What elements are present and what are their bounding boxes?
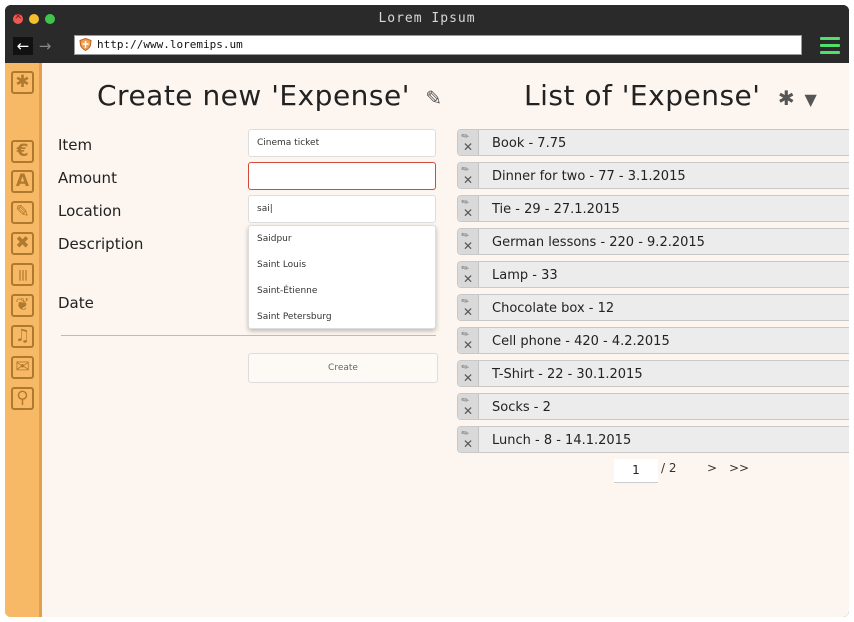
suggestion-item[interactable]: Saidpur bbox=[257, 234, 292, 244]
url-text: http://www.loremips.um bbox=[97, 38, 243, 51]
next-page-button[interactable]: > bbox=[707, 461, 717, 475]
list-title-text: List of 'Expense' bbox=[524, 79, 761, 112]
delete-icon[interactable]: ✕ bbox=[463, 174, 473, 186]
delete-icon[interactable]: ✕ bbox=[463, 405, 473, 417]
list-item-label: T-Shirt - 22 - 30.1.2015 bbox=[492, 367, 643, 382]
item-controls: ✎ ✕ bbox=[458, 295, 479, 320]
item-controls: ✎ ✕ bbox=[458, 229, 479, 254]
delete-icon[interactable]: ✕ bbox=[463, 372, 473, 384]
music-icon[interactable]: ♫ bbox=[11, 325, 34, 348]
create-form-title: Create new 'Expense' ✎ bbox=[97, 79, 443, 112]
list-item[interactable]: ✎ ✕ German lessons - 220 - 9.2.2015 bbox=[457, 228, 849, 255]
list-item[interactable]: ✎ ✕ Dinner for two - 77 - 3.1.2015 bbox=[457, 162, 849, 189]
item-controls: ✎ ✕ bbox=[458, 427, 479, 452]
list-item-label: Dinner for two - 77 - 3.1.2015 bbox=[492, 169, 686, 184]
create-form-title-text: Create new 'Expense' bbox=[97, 79, 410, 112]
list-item-label: Cell phone - 420 - 4.2.2015 bbox=[492, 334, 670, 349]
list-item-label: Tie - 29 - 27.1.2015 bbox=[492, 202, 620, 217]
page-total: / 2 bbox=[661, 461, 677, 475]
item-controls: ✎ ✕ bbox=[458, 328, 479, 353]
settings-icon[interactable]: ✱ bbox=[778, 86, 795, 110]
location-label: Location bbox=[58, 202, 122, 220]
create-button[interactable]: Create bbox=[248, 353, 438, 383]
list-item[interactable]: ✎ ✕ Tie - 29 - 27.1.2015 bbox=[457, 195, 849, 222]
mail-icon[interactable]: ✉ bbox=[11, 356, 34, 379]
road-icon[interactable]: A bbox=[11, 170, 34, 193]
list-item[interactable]: ✎ ✕ Socks - 2 bbox=[457, 393, 849, 420]
delete-icon[interactable]: ✕ bbox=[463, 339, 473, 351]
leaf-icon[interactable]: ❦ bbox=[11, 294, 34, 317]
item-controls: ✎ ✕ bbox=[458, 130, 479, 155]
address-bar[interactable]: http://www.loremips.um bbox=[74, 35, 802, 55]
filter-icon[interactable]: ▼ bbox=[805, 90, 818, 109]
browser-window: Lorem Ipsum ← → http://www.loremips.um ✱… bbox=[5, 5, 849, 617]
list-item[interactable]: ✎ ✕ Lunch - 8 - 14.1.2015 bbox=[457, 426, 849, 453]
list-item-label: Book - 7.75 bbox=[492, 136, 567, 151]
shield-icon bbox=[79, 38, 92, 51]
list-item[interactable]: ✎ ✕ Cell phone - 420 - 4.2.2015 bbox=[457, 327, 849, 354]
list-item-label: Lunch - 8 - 14.1.2015 bbox=[492, 433, 632, 448]
pencil-icon[interactable]: ✎ bbox=[11, 201, 34, 224]
asterisk-icon[interactable]: ✱ bbox=[11, 71, 34, 94]
page-number-input[interactable]: 1 bbox=[614, 459, 658, 483]
suggestion-item[interactable]: Saint-Étienne bbox=[257, 286, 317, 296]
delete-icon[interactable]: ✕ bbox=[463, 306, 473, 318]
euro-icon[interactable]: € bbox=[11, 140, 34, 163]
item-input[interactable]: Cinema ticket bbox=[248, 129, 436, 157]
form-divider bbox=[61, 335, 436, 336]
item-controls: ✎ ✕ bbox=[458, 262, 479, 287]
description-label: Description bbox=[58, 235, 144, 253]
list-item-label: Chocolate box - 12 bbox=[492, 301, 615, 316]
list-title: List of 'Expense' ✱ ▼ bbox=[524, 79, 817, 112]
list-item-label: Socks - 2 bbox=[492, 400, 551, 415]
list-item[interactable]: ✎ ✕ Lamp - 33 bbox=[457, 261, 849, 288]
list-item-label: Lamp - 33 bbox=[492, 268, 558, 283]
barcode-icon[interactable]: ||| bbox=[11, 263, 34, 286]
date-label: Date bbox=[58, 294, 94, 312]
close-icon[interactable]: ✖ bbox=[11, 232, 34, 255]
suggestion-item[interactable]: Saint Petersburg bbox=[257, 312, 332, 322]
item-controls: ✎ ✕ bbox=[458, 361, 479, 386]
item-label: Item bbox=[58, 136, 93, 154]
sidebar: ✱ € A ✎ ✖ ||| ❦ ♫ ✉ ⚲ bbox=[5, 63, 42, 617]
delete-icon[interactable]: ✕ bbox=[463, 273, 473, 285]
suggestion-item[interactable]: Saint Louis bbox=[257, 260, 306, 270]
window-title: Lorem Ipsum bbox=[378, 11, 476, 26]
list-item[interactable]: ✎ ✕ Book - 7.75 bbox=[457, 129, 849, 156]
back-arrow-icon[interactable]: ← bbox=[13, 37, 33, 55]
edit-icon[interactable]: ✎ bbox=[425, 86, 442, 110]
list-item-label: German lessons - 220 - 9.2.2015 bbox=[492, 235, 705, 250]
search-icon[interactable]: ⚲ bbox=[11, 387, 34, 410]
item-controls: ✎ ✕ bbox=[458, 394, 479, 419]
delete-icon[interactable]: ✕ bbox=[463, 438, 473, 450]
location-input[interactable]: sai| bbox=[248, 195, 436, 223]
item-controls: ✎ ✕ bbox=[458, 163, 479, 188]
menu-icon[interactable] bbox=[820, 35, 840, 55]
delete-icon[interactable]: ✕ bbox=[463, 141, 473, 153]
forward-arrow-icon[interactable]: → bbox=[35, 37, 55, 55]
title-bar: Lorem Ipsum bbox=[5, 5, 849, 31]
delete-icon[interactable]: ✕ bbox=[463, 207, 473, 219]
item-controls: ✎ ✕ bbox=[458, 196, 479, 221]
amount-label: Amount bbox=[58, 169, 117, 187]
browser-toolbar: ← → http://www.loremips.um bbox=[5, 31, 849, 63]
page-content: ✱ € A ✎ ✖ ||| ❦ ♫ ✉ ⚲ Create new 'Expens… bbox=[5, 63, 849, 617]
list-item[interactable]: ✎ ✕ T-Shirt - 22 - 30.1.2015 bbox=[457, 360, 849, 387]
location-suggestions: Saidpur Saint Louis Saint-Étienne Saint … bbox=[248, 225, 436, 329]
list-item[interactable]: ✎ ✕ Chocolate box - 12 bbox=[457, 294, 849, 321]
last-page-button[interactable]: >> bbox=[729, 461, 749, 475]
delete-icon[interactable]: ✕ bbox=[463, 240, 473, 252]
amount-input[interactable] bbox=[248, 162, 436, 190]
